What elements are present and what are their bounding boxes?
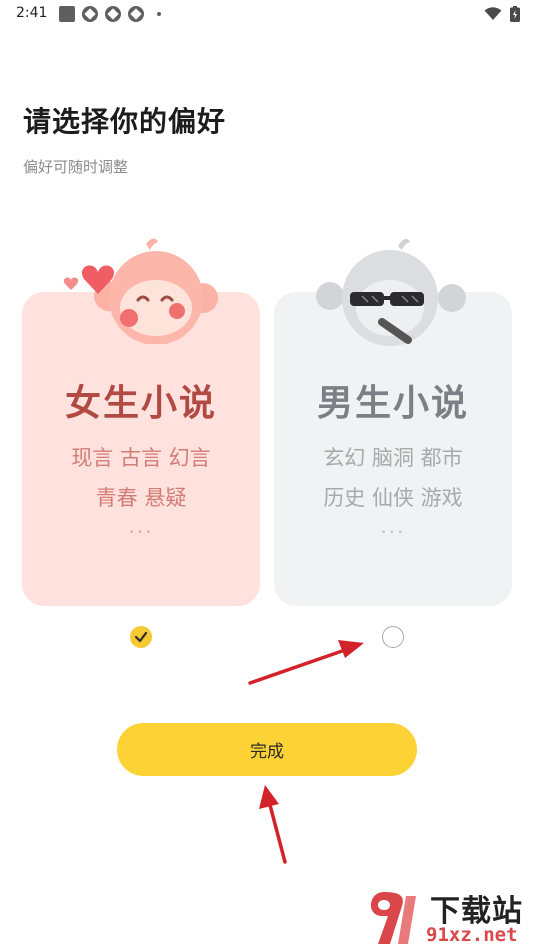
arrow-to-done [268, 803, 287, 864]
arrow-to-radio [248, 648, 347, 685]
watermark-url: 91xz.net [426, 924, 518, 946]
arrowhead-icon [338, 640, 364, 658]
watermark: 下载站 91xz.net [362, 886, 530, 948]
arrowhead-icon [259, 785, 279, 809]
watermark-logo-icon [370, 892, 416, 944]
annotation-arrows [248, 640, 364, 864]
